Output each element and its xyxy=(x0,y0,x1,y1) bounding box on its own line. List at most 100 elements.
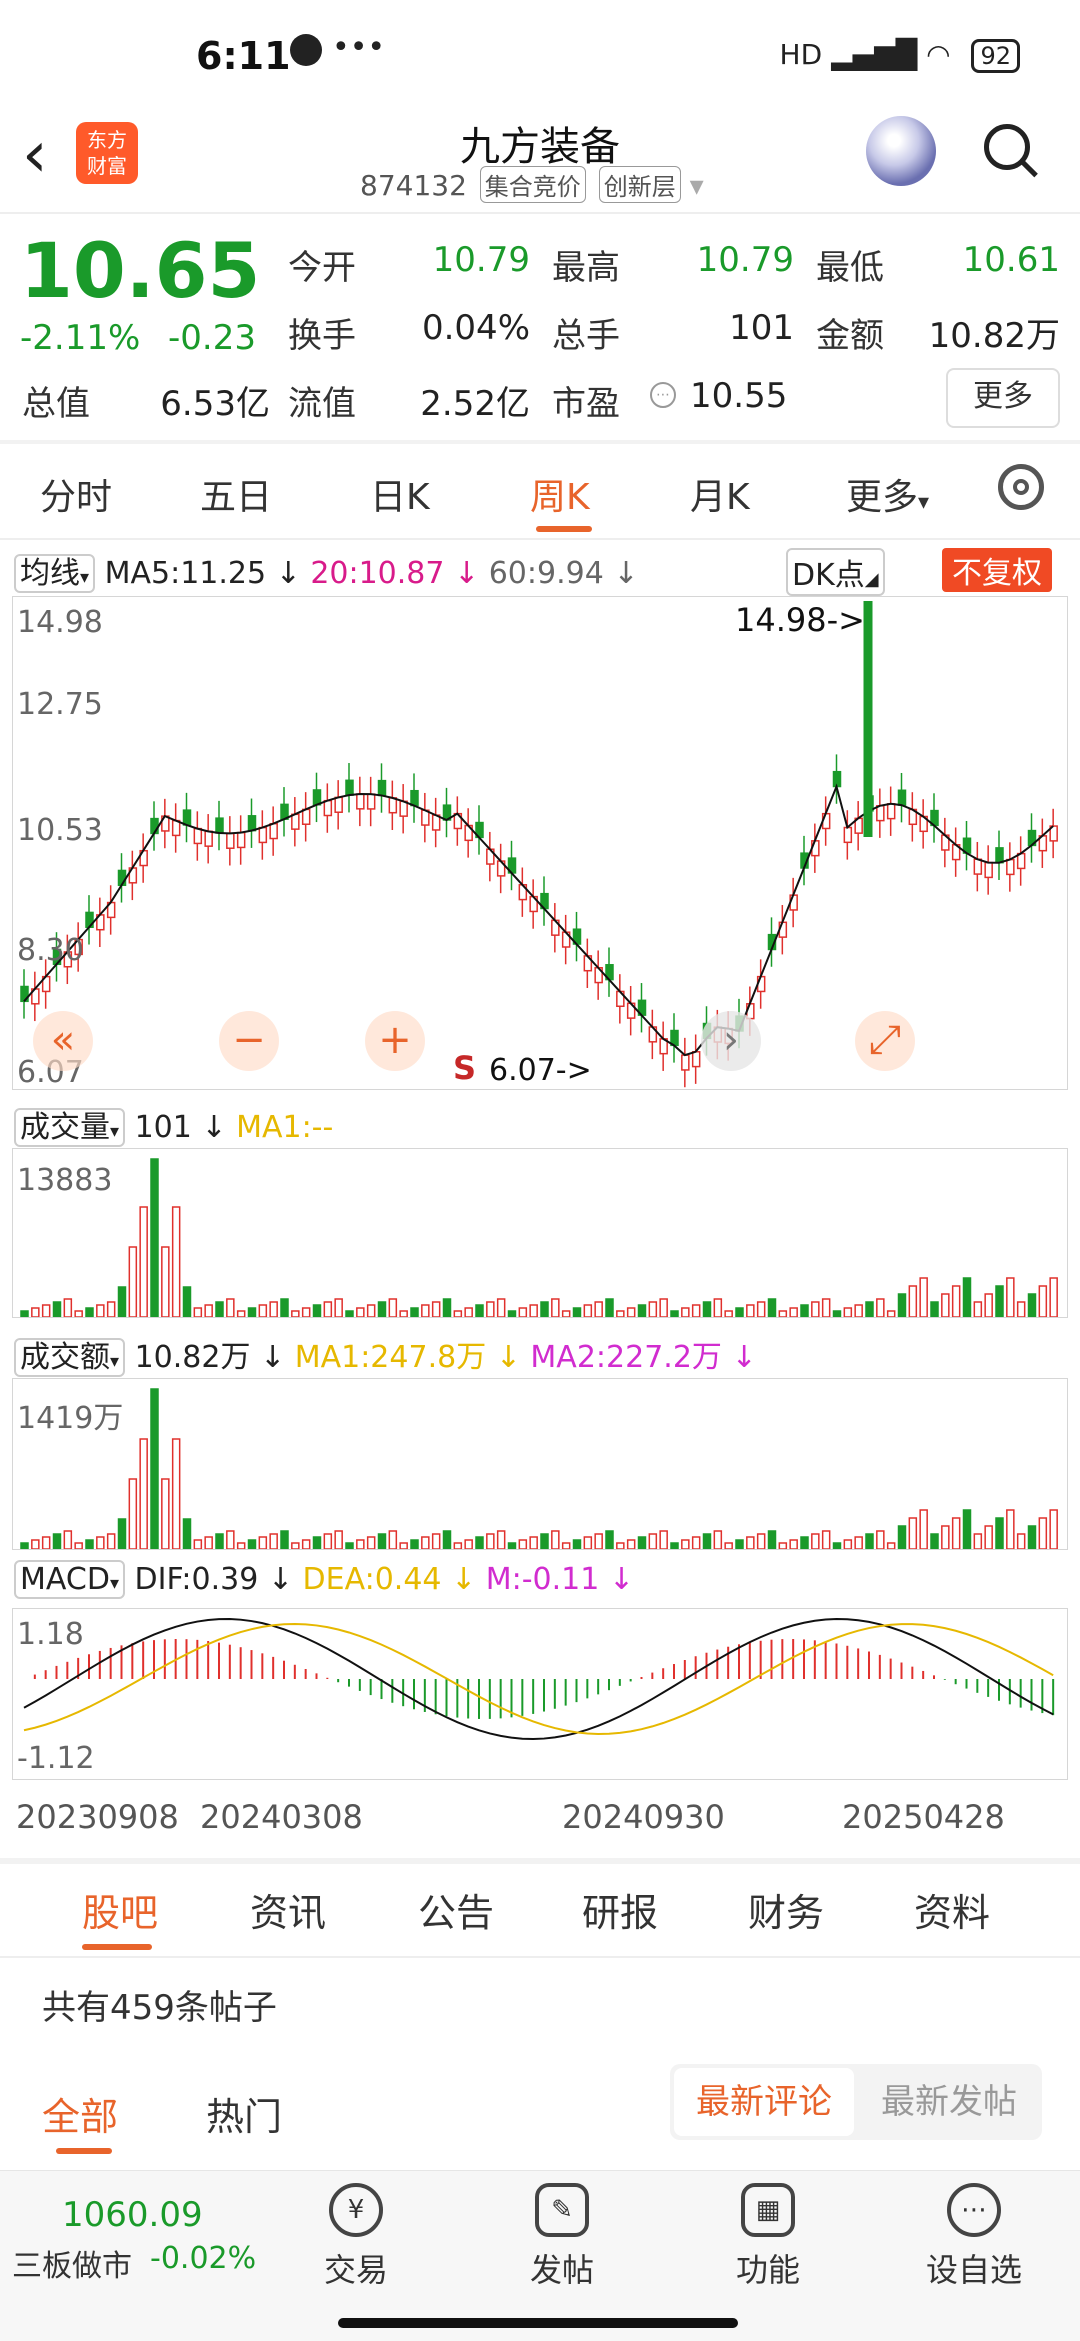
volume-bar xyxy=(941,1525,950,1549)
volume-bar xyxy=(561,1310,571,1317)
y-label-3: 10.53 xyxy=(17,813,103,848)
amount-selector[interactable]: 成交额▾ xyxy=(14,1338,126,1377)
search-icon[interactable] xyxy=(984,124,1030,170)
amount-label: 金额 xyxy=(816,316,884,356)
tab-financials[interactable]: 财务 xyxy=(748,1882,824,1937)
tab-news[interactable]: 资讯 xyxy=(250,1882,326,1937)
dea-line xyxy=(23,1623,1054,1735)
settings-gear-icon[interactable] xyxy=(998,464,1044,510)
more-quote-button[interactable]: 更多 xyxy=(946,368,1060,428)
total-hands-value: 101 xyxy=(729,308,794,348)
nav-post[interactable]: ✎ 发帖 xyxy=(502,2183,622,2291)
volume-bar xyxy=(767,1530,777,1549)
tab-hot-posts[interactable]: 热门 xyxy=(206,2086,282,2141)
index-value[interactable]: 1060.09 xyxy=(62,2195,203,2235)
volume-bar xyxy=(291,1310,300,1317)
volume-bar xyxy=(756,1301,766,1317)
tab-all-posts[interactable]: 全部 xyxy=(42,2086,118,2141)
active-tab-indicator xyxy=(82,1944,152,1950)
macd-chart[interactable]: 1.18 -1.12 xyxy=(12,1608,1068,1780)
tab-research[interactable]: 研报 xyxy=(582,1882,658,1937)
sort-latest-post[interactable]: 最新发帖 xyxy=(860,2068,1038,2136)
pe-label: 市盈 xyxy=(552,384,620,424)
macd-max-label: 1.18 xyxy=(17,1617,84,1652)
nav-add-watchlist[interactable]: ⋯ 设自选 xyxy=(914,2183,1034,2291)
kline-chart[interactable]: 14.98 12.75 10.53 8.30 6.07 14.98-> S 6.… xyxy=(12,596,1068,1090)
volume-selector[interactable]: 成交量▾ xyxy=(14,1108,126,1147)
tab-more[interactable]: 更多▾ xyxy=(846,468,929,520)
volume-bar xyxy=(767,1298,777,1317)
volume-bar xyxy=(323,1301,333,1317)
amount-chart[interactable]: 1419万 xyxy=(12,1378,1068,1550)
tab-five-day[interactable]: 五日 xyxy=(200,468,272,520)
pe-info-icon[interactable]: ⋯ xyxy=(650,382,676,408)
volume-bar xyxy=(41,1304,51,1317)
volume-bar xyxy=(778,1542,788,1549)
macd-min-label: -1.12 xyxy=(17,1741,95,1776)
candle-body xyxy=(204,830,213,847)
volume-bar xyxy=(182,1518,192,1549)
fullscreen-icon[interactable]: ⤢ xyxy=(855,1011,915,1071)
volume-bar xyxy=(756,1533,766,1549)
volume-bar xyxy=(724,1310,733,1317)
zoom-out-icon[interactable]: − xyxy=(219,1011,279,1071)
volume-bar xyxy=(20,1542,29,1549)
sell-marker: S xyxy=(453,1049,477,1087)
tab-announcements[interactable]: 公告 xyxy=(418,1882,494,1937)
volume-bar xyxy=(616,1542,625,1549)
volume-bar xyxy=(52,1301,62,1317)
battery-icon: 92 xyxy=(971,39,1020,73)
volume-bar xyxy=(182,1286,192,1317)
volume-bar xyxy=(507,1310,517,1317)
nav-functions[interactable]: ▦ 功能 xyxy=(708,2183,828,2291)
min-price-marker: 6.07-> xyxy=(489,1053,592,1088)
open-label: 今开 xyxy=(288,248,356,288)
stock-code-row[interactable]: 874132 集合竞价 创新层 ▾ xyxy=(360,166,704,203)
volume-bar xyxy=(735,1539,744,1549)
candle-body xyxy=(388,797,398,814)
tab-daily-k[interactable]: 日K xyxy=(370,468,430,520)
volume-bar xyxy=(572,1539,582,1549)
volume-bar xyxy=(312,1536,322,1549)
zoom-in-icon[interactable]: + xyxy=(365,1011,425,1071)
volume-bar xyxy=(951,1517,961,1549)
volume-bar xyxy=(681,1307,690,1317)
tab-forum[interactable]: 股吧 xyxy=(82,1882,158,1937)
adjust-button[interactable]: 不复权 xyxy=(942,548,1052,592)
high-value: 10.79 xyxy=(696,240,794,280)
macd-dif: DIF:0.39 ↓ xyxy=(134,1562,293,1597)
volume-bar xyxy=(605,1530,614,1549)
volume-bar xyxy=(583,1536,593,1549)
macd-dea: DEA:0.44 ↓ xyxy=(302,1562,477,1597)
volume-bar xyxy=(821,1530,831,1549)
volume-bar xyxy=(345,1542,354,1549)
tab-profile[interactable]: 资料 xyxy=(914,1882,990,1937)
volume-bar xyxy=(377,1533,387,1549)
volume-bar xyxy=(334,1530,343,1549)
dk-selector[interactable]: DK点◢ xyxy=(786,548,885,596)
scroll-right-icon[interactable]: › xyxy=(701,1011,761,1071)
assistant-robot-icon[interactable] xyxy=(866,116,936,186)
volume-bar xyxy=(117,1286,127,1317)
candle-body xyxy=(681,1054,690,1071)
ma-selector[interactable]: 均线▾ xyxy=(14,554,96,593)
volume-bar xyxy=(496,1530,506,1549)
index-name[interactable]: 三板做市 xyxy=(12,2241,132,2285)
candle-body xyxy=(691,1051,701,1068)
sort-latest-comment[interactable]: 最新评论 xyxy=(674,2068,854,2136)
nav-trade[interactable]: ¥ 交易 xyxy=(296,2183,416,2291)
volume-bar xyxy=(995,1285,1004,1317)
candle-body xyxy=(291,813,300,830)
volume-bar xyxy=(735,1307,744,1317)
candle-body xyxy=(215,817,224,834)
volume-chart[interactable]: 13883 xyxy=(12,1148,1068,1318)
tab-intraday[interactable]: 分时 xyxy=(40,468,112,520)
volume-bar xyxy=(41,1536,51,1549)
macd-selector[interactable]: MACD▾ xyxy=(14,1560,125,1599)
ma60-label: 60:9.94 ↓ xyxy=(488,556,639,591)
volume-bar xyxy=(442,1298,452,1317)
tab-weekly-k[interactable]: 周K xyxy=(530,468,590,520)
scroll-left-icon[interactable]: « xyxy=(33,1011,93,1071)
tab-monthly-k[interactable]: 月K xyxy=(690,468,750,520)
volume-bar xyxy=(637,1304,647,1317)
